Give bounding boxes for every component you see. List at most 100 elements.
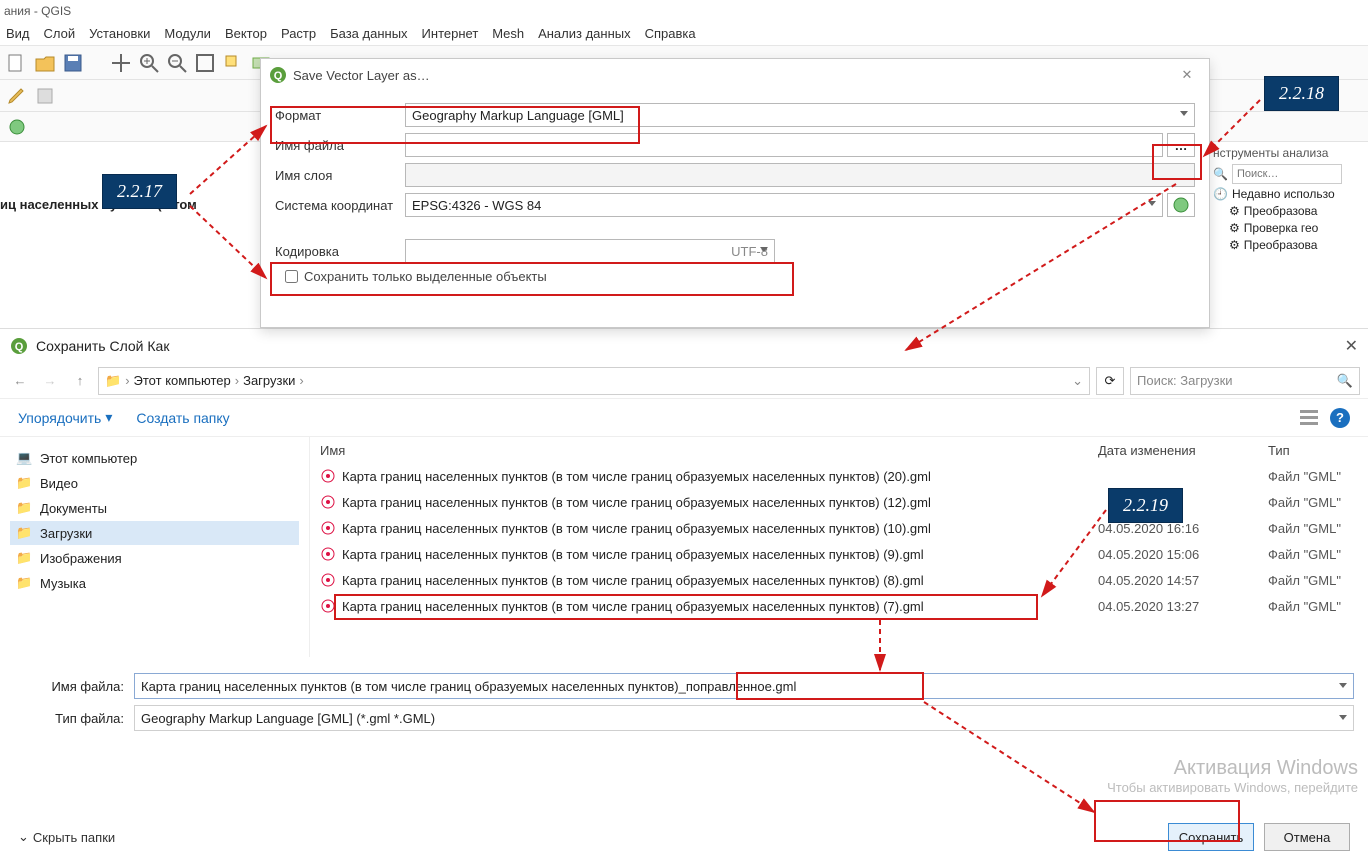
gear-icon: ⚙ <box>1229 238 1240 252</box>
save-icon[interactable] <box>62 52 84 74</box>
table-row[interactable]: Карта границ населенных пунктов (в том ч… <box>310 515 1368 541</box>
edit-save-icon[interactable] <box>34 85 56 107</box>
zoom-in-icon[interactable] <box>138 52 160 74</box>
zoom-out-icon[interactable] <box>166 52 188 74</box>
menu-web[interactable]: Интернет <box>422 26 479 41</box>
app-title: ания - QGIS <box>4 4 71 18</box>
callout-2.2.19: 2.2.19 <box>1108 488 1183 523</box>
explorer-search-input[interactable]: Поиск: Загрузки 🔍 <box>1130 367 1360 395</box>
filename-field[interactable]: Карта границ населенных пунктов (в том ч… <box>134 673 1354 699</box>
close-icon[interactable]: ✕ <box>1173 64 1201 86</box>
crumb-2[interactable]: Загрузки <box>243 373 295 388</box>
col-type[interactable]: Тип <box>1268 443 1368 458</box>
cancel-button[interactable]: Отмена <box>1264 823 1350 851</box>
crs-picker-button[interactable] <box>1167 193 1195 217</box>
gear-icon: ⚙ <box>1229 221 1240 235</box>
svg-text:Q: Q <box>274 70 283 82</box>
format-value: Geography Markup Language [GML] <box>412 108 624 123</box>
help-icon[interactable]: ? <box>1330 408 1350 428</box>
svl-titlebar: Q Save Vector Layer as… ✕ <box>261 59 1209 91</box>
save-button[interactable]: Сохранить <box>1168 823 1254 851</box>
search-icon: 🔍 <box>1213 167 1228 181</box>
breadcrumb[interactable]: 📁 › Этот компьютер › Загрузки › ⌄ <box>98 367 1090 395</box>
menu-vector[interactable]: Вектор <box>225 26 267 41</box>
layername-input[interactable] <box>405 163 1195 187</box>
gml-file-icon <box>320 520 336 536</box>
sidebar-item-pictures[interactable]: 📁Изображения <box>10 546 299 570</box>
menu-database[interactable]: База данных <box>330 26 407 41</box>
menu-raster[interactable]: Растр <box>281 26 316 41</box>
forward-icon[interactable]: → <box>38 369 62 393</box>
table-row[interactable]: Карта границ населенных пунктов (в том ч… <box>310 541 1368 567</box>
sf-titlebar: Q Сохранить Слой Как ✕ <box>0 329 1368 363</box>
chevron-down-icon <box>1148 201 1156 206</box>
sidebar-item-pc[interactable]: 💻Этот компьютер <box>10 446 299 470</box>
encoding-combo[interactable]: UTF-8 <box>405 239 775 263</box>
refresh-button[interactable]: ⟳ <box>1096 367 1124 395</box>
view-mode-icon[interactable] <box>1298 407 1320 429</box>
zoom-selection-icon[interactable] <box>222 52 244 74</box>
tool-item-2[interactable]: Проверка гео <box>1244 221 1319 235</box>
processing-panel-title: нструменты анализа <box>1213 146 1364 160</box>
folder-icon: 📁 <box>16 475 32 491</box>
sidebar-item-videos[interactable]: 📁Видео <box>10 471 299 495</box>
crumb-1[interactable]: Этот компьютер <box>134 373 231 388</box>
filename-input[interactable] <box>405 133 1163 157</box>
checkbox-label: Сохранить только выделенные объекты <box>304 269 547 284</box>
checkbox-icon[interactable] <box>285 270 298 283</box>
open-icon[interactable] <box>34 52 56 74</box>
folder-icon: 📁 <box>16 575 32 591</box>
sf-title-text: Сохранить Слой Как <box>36 338 169 354</box>
menu-plugins[interactable]: Модули <box>164 26 211 41</box>
new-project-icon[interactable] <box>6 52 28 74</box>
table-row[interactable]: Карта границ населенных пунктов (в том ч… <box>310 593 1368 619</box>
pan-icon[interactable] <box>110 52 132 74</box>
callout-2.2.18: 2.2.18 <box>1264 76 1339 111</box>
filename-label: Имя файла <box>275 138 405 153</box>
sidebar-item-downloads[interactable]: 📁Загрузки <box>10 521 299 545</box>
recent-item[interactable]: Недавно использо <box>1232 187 1335 201</box>
app-titlebar: ания - QGIS <box>0 0 1368 22</box>
folder-icon: 📁 <box>16 500 32 516</box>
sidebar-item-documents[interactable]: 📁Документы <box>10 496 299 520</box>
svg-text:Q: Q <box>15 341 24 353</box>
selected-only-checkbox[interactable]: Сохранить только выделенные объекты <box>285 269 1195 284</box>
add-vector-icon[interactable] <box>6 116 28 138</box>
new-folder-button[interactable]: Создать папку <box>136 410 229 426</box>
col-date[interactable]: Дата изменения <box>1098 443 1268 458</box>
pc-icon: 💻 <box>16 450 32 466</box>
close-icon[interactable]: ✕ <box>1345 336 1358 356</box>
search-placeholder: Поиск: Загрузки <box>1137 373 1233 388</box>
browse-button[interactable]: … <box>1167 133 1195 157</box>
svl-title-text: Save Vector Layer as… <box>293 68 430 83</box>
up-icon[interactable]: ↑ <box>68 369 92 393</box>
folder-icon: 📁 <box>16 525 32 541</box>
chevron-down-icon <box>760 247 768 252</box>
table-row[interactable]: Карта границ населенных пунктов (в том ч… <box>310 463 1368 489</box>
tool-item-3[interactable]: Преобразова <box>1244 238 1318 252</box>
menu-layer[interactable]: Слой <box>44 26 76 41</box>
menu-mesh[interactable]: Mesh <box>492 26 524 41</box>
format-combo[interactable]: Geography Markup Language [GML] <box>405 103 1195 127</box>
back-icon[interactable]: ← <box>8 369 32 393</box>
col-name[interactable]: Имя <box>320 443 1098 458</box>
tool-item-1[interactable]: Преобразова <box>1244 204 1318 218</box>
menu-processing[interactable]: Анализ данных <box>538 26 631 41</box>
menu-help[interactable]: Справка <box>645 26 696 41</box>
filetype-label: Тип файла: <box>14 711 134 726</box>
chevron-down-icon[interactable]: ⌄ <box>1072 373 1083 389</box>
menu-settings[interactable]: Установки <box>89 26 150 41</box>
menu-view[interactable]: Вид <box>6 26 30 41</box>
zoom-full-icon[interactable] <box>194 52 216 74</box>
filetype-field[interactable]: Geography Markup Language [GML] (*.gml *… <box>134 705 1354 731</box>
crs-combo[interactable]: EPSG:4326 - WGS 84 <box>405 193 1163 217</box>
table-row[interactable]: Карта границ населенных пунктов (в том ч… <box>310 489 1368 515</box>
table-row[interactable]: Карта границ населенных пунктов (в том ч… <box>310 567 1368 593</box>
crs-value: EPSG:4326 - WGS 84 <box>412 198 541 213</box>
hide-folders-button[interactable]: ⌄ Скрыть папки <box>18 829 115 845</box>
menubar: Вид Слой Установки Модули Вектор Растр Б… <box>0 22 1368 46</box>
processing-search-input[interactable] <box>1232 164 1342 184</box>
sidebar-item-music[interactable]: 📁Музыка <box>10 571 299 595</box>
pencil-icon[interactable] <box>6 85 28 107</box>
organize-button[interactable]: Упорядочить ▾ <box>18 409 112 426</box>
